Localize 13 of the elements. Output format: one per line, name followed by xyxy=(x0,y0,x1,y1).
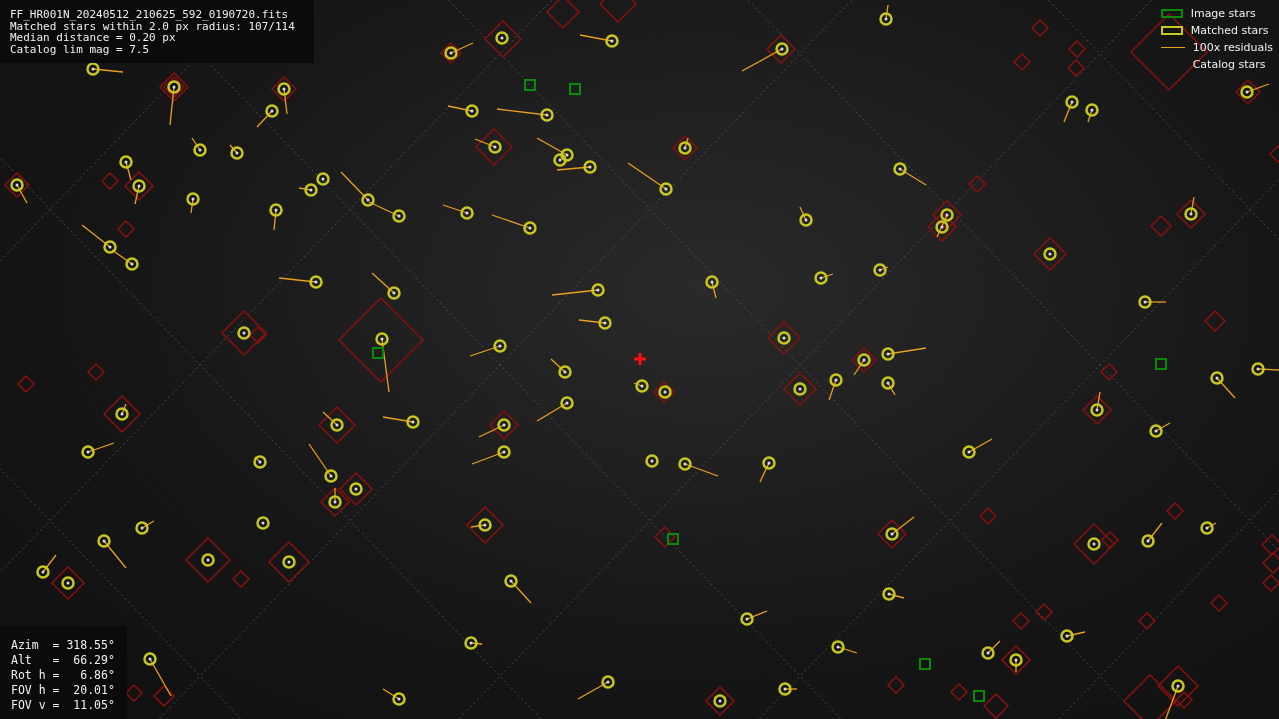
pointing-line: Azim = 318.55° xyxy=(11,638,115,653)
legend-label: 100x residuals xyxy=(1192,40,1273,54)
info-line: Catalog lim mag = 7.5 xyxy=(10,43,151,55)
info-line: FF_HR001N_20240512_210625_592_0190720.fits xyxy=(10,9,290,21)
legend-label: Catalog stars xyxy=(1192,57,1266,71)
info-line: Median distance = 0.20 px xyxy=(10,32,176,44)
legend-label: Image stars xyxy=(1190,6,1256,20)
pointing-line: FOV v = 11.05° xyxy=(11,698,115,713)
pointing-line: Rot h = 6.86° xyxy=(11,668,115,683)
pointing-line: FOV h = 20.01° xyxy=(11,683,115,698)
legend-label: Matched stars xyxy=(1190,23,1269,37)
pointing-line: Alt = 66.29° xyxy=(11,653,115,668)
info-line: Matched stars within 2.0 px radius: 107/114 xyxy=(10,20,295,32)
